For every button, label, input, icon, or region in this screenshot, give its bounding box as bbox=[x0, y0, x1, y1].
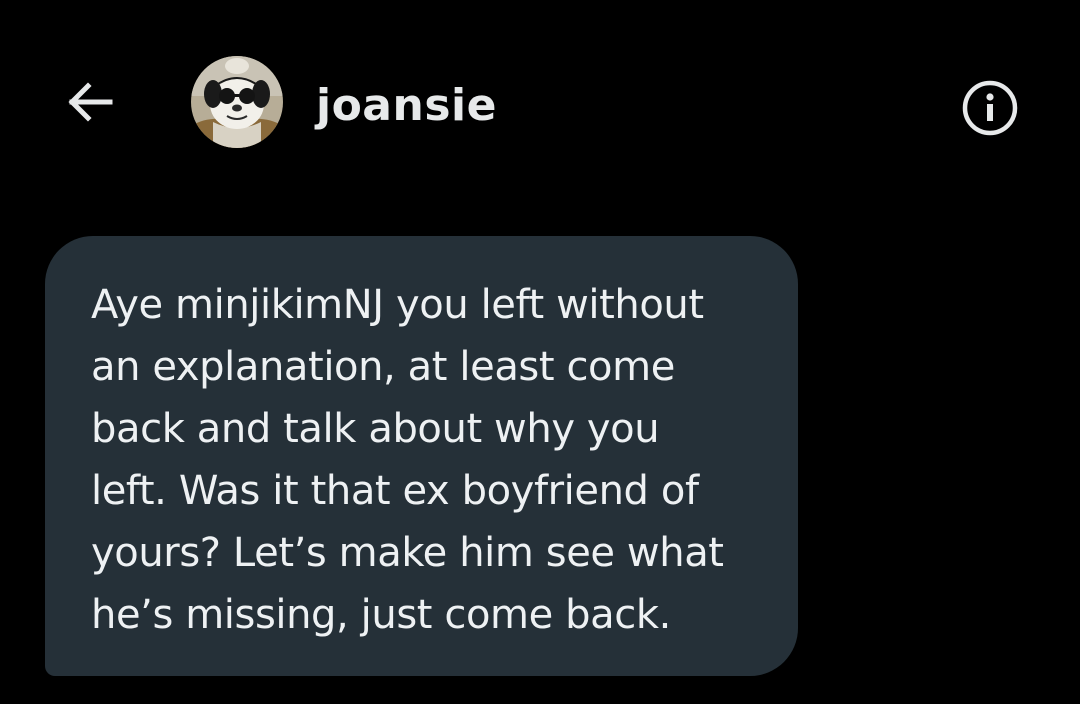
avatar-image bbox=[191, 56, 283, 148]
back-button[interactable] bbox=[58, 70, 122, 134]
message-text: Aye minjikimNJ you left without an expla… bbox=[91, 282, 724, 638]
avatar[interactable] bbox=[191, 56, 283, 148]
arrow-left-icon bbox=[68, 82, 113, 122]
message-bubble[interactable]: Aye minjikimNJ you left without an expla… bbox=[45, 236, 798, 676]
info-button[interactable] bbox=[952, 70, 1028, 146]
info-circle-icon bbox=[962, 80, 1018, 136]
username[interactable]: joansie bbox=[316, 78, 497, 134]
conversation-header: joansie bbox=[0, 0, 1080, 200]
